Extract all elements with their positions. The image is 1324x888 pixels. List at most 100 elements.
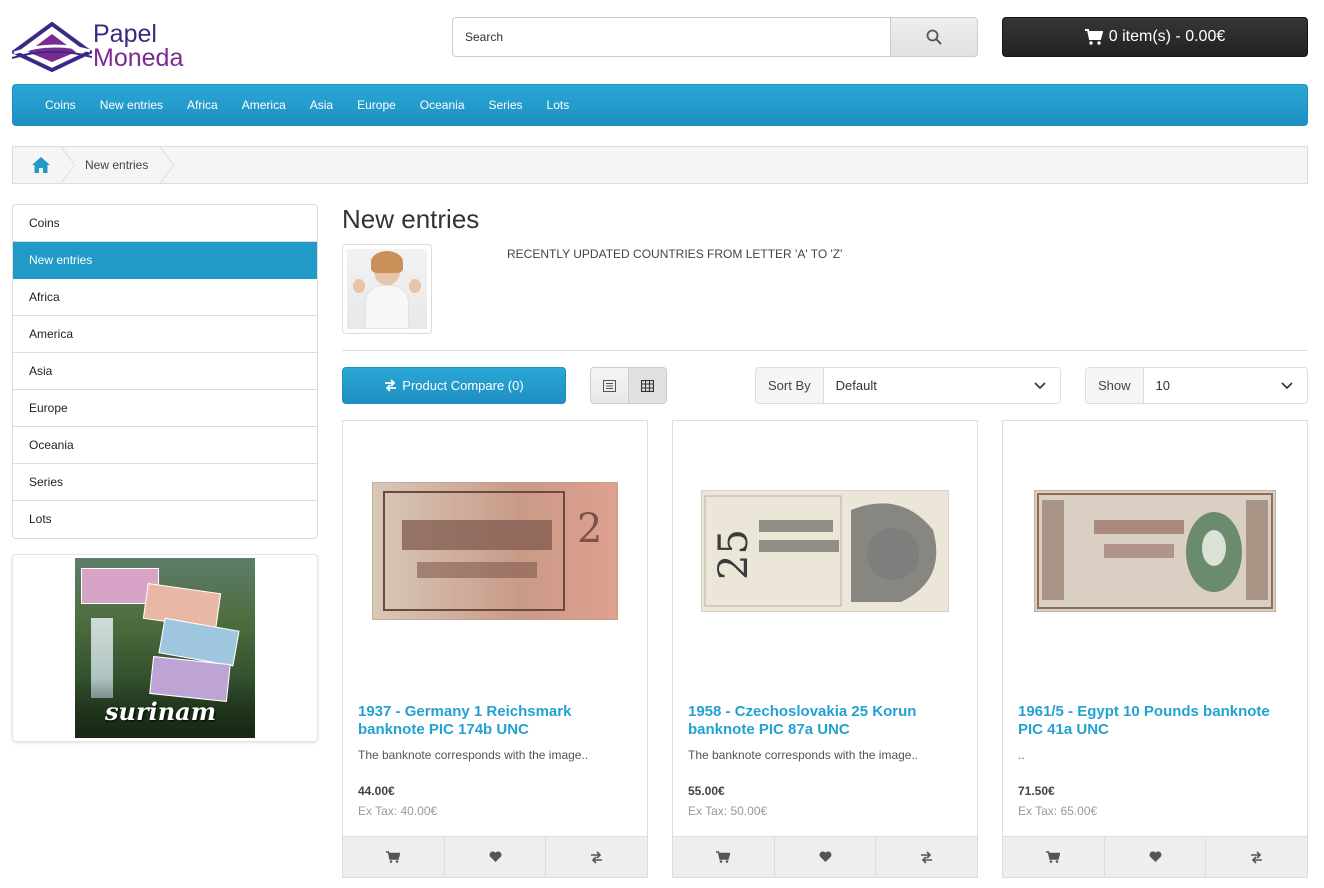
heart-icon [819,851,831,862]
banknote-image [1034,490,1276,612]
sidebar-category-list: Coins New entries Africa America Asia Eu… [12,204,318,539]
menu-item-america[interactable]: America [230,85,298,125]
breadcrumb: New entries [12,146,1308,184]
site-logo[interactable]: Papel Moneda [12,18,192,74]
category-description: RECENTLY UPDATED COUNTRIES FROM LETTER '… [507,247,843,261]
divider [342,350,1308,351]
add-to-cart-button[interactable] [673,837,774,877]
breadcrumb-current[interactable]: New entries [77,158,160,172]
sidebar-item-oceania[interactable]: Oceania [13,427,317,464]
product-name-link[interactable]: 1958 - Czechoslovakia 25 Korun banknote … [688,703,964,739]
search-bar [452,17,978,57]
logo-text-line2: Moneda [93,44,184,72]
product-name-link[interactable]: 1937 - Germany 1 Reichsmark banknote PIC… [358,703,634,739]
product-description: The banknote corresponds with the image.… [688,748,919,762]
product-image-link[interactable]: 25 [673,421,977,681]
show-limit-control: Show 10 [1085,367,1308,404]
product-card: 2 1937 - Germany 1 Reichsmark banknote P… [342,420,648,878]
sidebar-item-europe[interactable]: Europe [13,390,317,427]
sort-by-control: Sort By Default [755,367,1061,404]
menu-item-europe[interactable]: Europe [345,85,408,125]
search-input[interactable] [452,17,891,57]
cart-button[interactable]: 0 item(s) - 0.00€ [1002,17,1308,57]
sidebar-item-series[interactable]: Series [13,464,317,501]
menu-item-lots[interactable]: Lots [535,85,582,125]
search-icon [926,29,942,45]
chevron-down-icon [1281,381,1293,389]
product-description: The banknote corresponds with the image.… [358,748,589,762]
sort-by-select[interactable]: Default [823,368,1060,403]
add-to-cart-button[interactable] [343,837,444,877]
main-menu: Coins New entries Africa America Asia Eu… [12,84,1308,126]
heart-icon [1149,851,1161,862]
heart-icon [489,851,501,862]
category-thumbnail [342,244,432,334]
sidebar-item-coins[interactable]: Coins [13,205,317,242]
search-button[interactable] [891,17,978,57]
show-limit-value: 10 [1155,378,1170,393]
cart-icon [1084,29,1103,45]
sidebar-banner[interactable]: surinam [12,554,318,742]
product-image-link[interactable]: 2 [343,421,647,681]
show-limit-select[interactable]: 10 [1143,368,1307,403]
menu-item-new-entries[interactable]: New entries [88,85,175,125]
show-label: Show [1086,368,1144,403]
product-image-link[interactable] [1003,421,1307,681]
compare-icon [385,379,397,392]
logo-mark-icon [12,22,92,72]
breadcrumb-separator-icon [160,147,175,183]
view-toggle [590,367,667,404]
menu-item-africa[interactable]: Africa [175,85,230,125]
list-view-button[interactable] [591,368,628,403]
svg-text:2: 2 [577,506,602,552]
product-price-ex-tax: Ex Tax: 65.00€ [1018,804,1098,818]
menu-item-series[interactable]: Series [477,85,535,125]
product-price: 55.00€ [688,784,725,798]
product-price: 44.00€ [358,784,395,798]
menu-item-oceania[interactable]: Oceania [408,85,477,125]
sidebar-item-lots[interactable]: Lots [13,501,317,538]
compare-icon [1251,850,1263,864]
grid-view-icon [641,379,654,392]
banknote-image: 2 [372,482,618,620]
cart-icon [716,851,731,863]
product-name-link[interactable]: 1961/5 - Egypt 10 Pounds banknote PIC 41… [1018,703,1294,739]
add-to-wishlist-button[interactable] [1103,837,1206,877]
compare-icon [591,850,603,864]
product-actions [343,836,647,877]
compare-icon [921,850,933,864]
compare-product-button[interactable] [1205,837,1307,877]
add-to-wishlist-button[interactable] [443,837,546,877]
sidebar-item-asia[interactable]: Asia [13,353,317,390]
product-card: 1961/5 - Egypt 10 Pounds banknote PIC 41… [1002,420,1308,878]
svg-text:25: 25 [711,529,757,580]
compare-product-button[interactable] [875,837,977,877]
product-price-ex-tax: Ex Tax: 40.00€ [358,804,438,818]
menu-item-coins[interactable]: Coins [33,85,88,125]
sidebar-item-africa[interactable]: Africa [13,279,317,316]
chevron-down-icon [1034,381,1046,389]
cart-icon [1046,851,1061,863]
category-image [347,249,427,329]
breadcrumb-home[interactable] [13,147,69,183]
product-price-ex-tax: Ex Tax: 50.00€ [688,804,768,818]
product-compare-button[interactable]: Product Compare (0) [342,367,566,404]
menu-item-asia[interactable]: Asia [298,85,345,125]
sidebar-item-america[interactable]: America [13,316,317,353]
compare-product-button[interactable] [545,837,647,877]
product-actions [1003,836,1307,877]
home-icon [32,157,50,173]
grid-view-button[interactable] [628,368,666,403]
page-title: New entries [342,204,480,234]
add-to-wishlist-button[interactable] [773,837,876,877]
sort-by-value: Default [835,378,877,393]
surinam-banner-image: surinam [75,558,255,738]
cart-icon [386,851,401,863]
product-actions [673,836,977,877]
product-description: .. [1018,748,1025,762]
list-view-icon [603,379,616,392]
product-compare-label: Product Compare (0) [402,378,524,393]
banner-text: surinam [105,697,217,726]
sidebar-item-new-entries[interactable]: New entries [13,242,317,279]
add-to-cart-button[interactable] [1003,837,1104,877]
